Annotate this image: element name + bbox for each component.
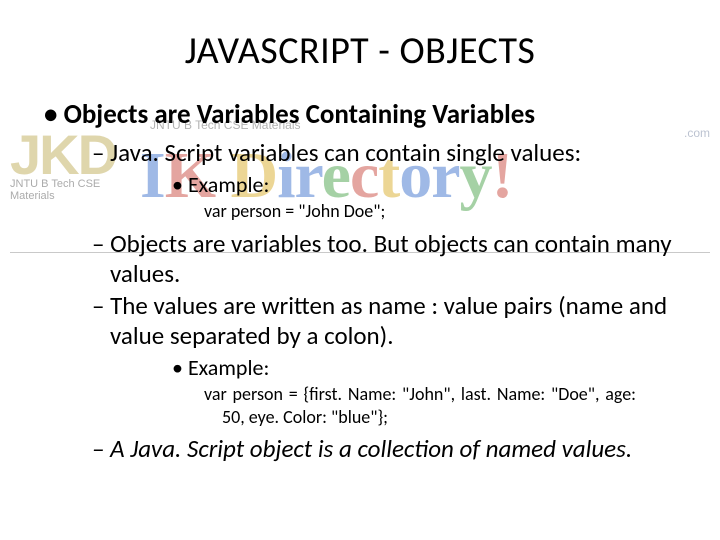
bullet-l2a: Java. Script variables can contain singl… xyxy=(92,138,676,223)
bullet-l2d-text: A Java. Script object is a collection of… xyxy=(110,433,632,464)
bullet-l2a-text: Java. Script variables can contain singl… xyxy=(110,137,581,168)
bullet-l2b: Objects are variables too. But objects c… xyxy=(92,229,676,289)
bullet-l2c: The values are written as name : value p… xyxy=(92,291,676,428)
bullet-l2b-text: Objects are variables too. But objects c… xyxy=(110,228,672,289)
bullet-l1-text: Objects are Variables Containing Variabl… xyxy=(64,98,536,131)
bullet-l3a: Example: xyxy=(172,172,676,198)
slide: JAVASCRIPT - OBJECTS Objects are Variabl… xyxy=(0,0,720,540)
slide-title: JAVASCRIPT - OBJECTS xyxy=(44,28,676,74)
code-example-1: var person = "John Doe"; xyxy=(222,200,636,223)
bullet-l2c-text: The values are written as name : value p… xyxy=(110,290,667,351)
bullet-l1: Objects are Variables Containing Variabl… xyxy=(44,98,676,464)
bullet-l3b-text: Example: xyxy=(188,354,269,381)
bullet-list: Objects are Variables Containing Variabl… xyxy=(44,98,676,464)
bullet-l3b: Example: xyxy=(172,355,676,381)
bullet-l3a-text: Example: xyxy=(188,171,269,198)
bullet-l2d: A Java. Script object is a collection of… xyxy=(92,434,676,464)
code-example-2: var person = {first. Name: "John", last.… xyxy=(222,383,636,428)
